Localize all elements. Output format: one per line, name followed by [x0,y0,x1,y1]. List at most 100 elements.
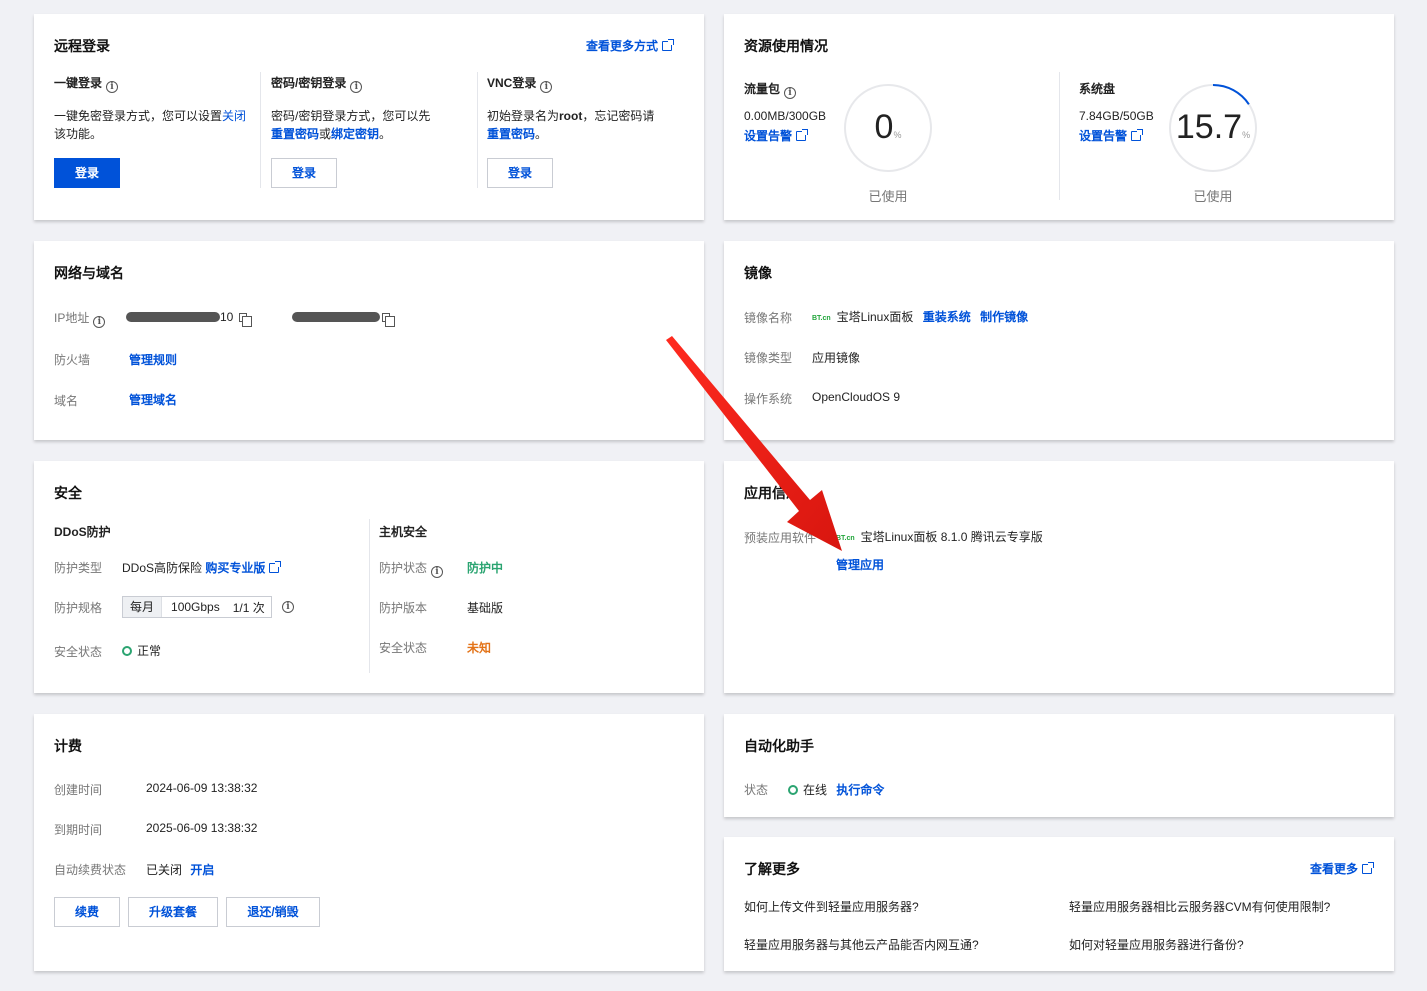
traffic-alarm-link[interactable]: 设置告警 [744,127,809,144]
spec-period: 每月 [123,597,163,617]
automation-title: 自动化助手 [744,738,814,754]
automation-status: 在线 执行命令 [788,781,884,798]
remote-login-card: 远程登录 查看更多方式 一键登录 i 一键免密登录方式，您可以设置关闭该功能。 登… [34,14,704,220]
image-type: 应用镜像 [812,351,861,365]
info-icon[interactable]: i [350,81,363,93]
os-value: OpenCloudOS 9 [812,390,901,404]
more-login-methods-link[interactable]: 查看更多方式 [586,37,674,54]
network-card: 网络与域名 IP地址 i 10 防火墙 管理规则 域名 管理域名 [34,241,704,440]
copy-icon[interactable] [382,313,395,327]
external-link-icon [662,39,674,51]
copy-icon[interactable] [239,313,253,327]
ip-label: IP地址 i [54,309,106,328]
automation-card: 自动化助手 状态 在线 执行命令 [724,714,1394,817]
ddos-type-label: 防护类型 [54,561,103,575]
host-ver: 基础版 [467,601,504,615]
external-link-icon [269,561,282,573]
divider [260,72,261,188]
disk-used-label: 已使用 [1193,189,1233,204]
enable-auto-renew-link[interactable]: 开启 [190,863,214,877]
image-type-label: 镜像类型 [744,351,793,365]
info-icon[interactable]: i [282,601,294,613]
manage-rules-link[interactable]: 管理规则 [129,351,177,368]
app-info-card: 应用信息 预装应用软件 BT.cn 宝塔Linux面板 8.1.0 腾讯云专享版 … [724,461,1394,693]
app-info-title: 应用信息 [744,485,800,501]
vnc-login-button[interactable]: 登录 [487,158,553,188]
disable-link[interactable]: 关闭 [222,109,246,123]
traffic-title: 流量包 i [744,80,797,99]
one-click-login-desc: 一键免密登录方式，您可以设置关闭该功能。 [54,109,247,141]
info-icon[interactable]: i [784,87,797,99]
resource-usage-card: 资源使用情况 流量包 i 0.00MB/300GB 设置告警 0% 已使用 系统盘… [724,14,1394,220]
renew-button[interactable]: 续费 [54,897,120,927]
faq-link-4[interactable]: 如何对轻量应用服务器进行备份? [1069,936,1244,953]
status-ok-icon [122,646,132,656]
disk-title: 系统盘 [1079,82,1116,96]
reinstall-system-link[interactable]: 重装系统 [923,310,971,324]
manage-app-link[interactable]: 管理应用 [836,556,884,573]
firewall-label: 防火墙 [54,353,91,367]
traffic-value: 0.00MB/300GB [744,109,827,123]
preinstalled-software: BT.cn 宝塔Linux面板 8.1.0 腾讯云专享版 [836,530,1043,544]
ip-address-1-suffix: 10 [220,310,253,327]
image-card: 镜像 镜像名称 BT.cn 宝塔Linux面板 重装系统 制作镜像 镜像类型 应用… [724,241,1394,440]
host-prot-label: 防护状态 i [379,559,444,578]
auto-renew-label: 自动续费状态 [54,863,127,877]
billing-title: 计费 [54,738,82,754]
ddos-type: DDoS高防保险 购买专业版 [122,559,282,576]
ip-address-2-copy [376,310,395,327]
traffic-used-label: 已使用 [868,189,908,204]
network-title: 网络与域名 [54,265,124,281]
info-icon[interactable]: i [431,566,444,578]
buy-pro-link[interactable]: 购买专业版 [205,561,282,575]
image-name-label: 镜像名称 [744,311,793,325]
faq-link-2[interactable]: 轻量应用服务器相比云服务器CVM有何使用限制? [1069,898,1330,915]
password-login-button[interactable]: 登录 [271,158,337,188]
refund-destroy-button[interactable]: 退还/销毁 [226,897,320,927]
preinstalled-software-label: 预装应用软件 [744,531,817,545]
view-more-link[interactable]: 查看更多 [1310,860,1374,877]
execute-command-link[interactable]: 执行命令 [836,783,884,797]
disk-value: 7.84GB/50GB [1079,109,1154,123]
one-click-login-button[interactable]: 登录 [54,158,120,188]
learn-more-title: 了解更多 [744,861,800,877]
image-title: 镜像 [744,265,772,281]
disk-alarm-link[interactable]: 设置告警 [1079,127,1144,144]
redacted-ip-1 [126,312,220,322]
vnc-reset-password-link[interactable]: 重置密码 [487,127,535,141]
domain-label: 域名 [54,394,79,408]
learn-more-card: 了解更多 查看更多 如何上传文件到轻量应用服务器? 轻量应用服务器相比云服务器C… [724,837,1394,971]
redacted-ip-2 [292,312,380,322]
host-security-title: 主机安全 [379,525,428,539]
password-login-title: 密码/密钥登录 i [271,74,363,93]
password-login-desc: 密码/密钥登录方式，您可以先 重置密码或绑定密钥。 [271,109,431,141]
divider [369,519,370,673]
info-icon[interactable]: i [93,316,106,328]
ddos-title: DDoS防护 [54,525,111,539]
reset-password-link[interactable]: 重置密码 [271,127,319,141]
image-name: BT.cn 宝塔Linux面板 重装系统 制作镜像 [812,310,1029,324]
faq-link-3[interactable]: 轻量应用服务器与其他云产品能否内网互通? [744,936,979,953]
ddos-spec-box: 每月 100Gbps 1/1 次 [122,596,272,618]
external-link-icon [1362,862,1374,874]
billing-card: 计费 创建时间 2024-06-09 13:38:32 到期时间 2025-06… [34,714,704,971]
spec-times: 1/1 次 [232,600,265,615]
status-ok-icon [788,785,798,795]
info-icon[interactable]: i [540,81,553,93]
info-icon[interactable]: i [106,81,119,93]
expire-label: 到期时间 [54,823,103,837]
vnc-login-title: VNC登录 i [487,74,553,93]
host-status: 未知 [467,641,492,655]
expire-time: 2025-06-09 13:38:32 [146,821,258,835]
upgrade-plan-button[interactable]: 升级套餐 [128,897,218,927]
resource-usage-title: 资源使用情况 [744,38,828,54]
os-label: 操作系统 [744,392,793,406]
make-image-link[interactable]: 制作镜像 [980,310,1028,324]
host-status-label: 安全状态 [379,641,428,655]
disk-usage-arc [1212,84,1250,105]
manage-domain-link[interactable]: 管理域名 [129,391,177,408]
bind-key-link[interactable]: 绑定密钥 [331,127,379,141]
faq-link-1[interactable]: 如何上传文件到轻量应用服务器? [744,898,919,915]
vnc-login-desc: 初始登录名为root，忘记密码请 重置密码。 [487,109,655,141]
external-link-icon [1131,129,1144,141]
